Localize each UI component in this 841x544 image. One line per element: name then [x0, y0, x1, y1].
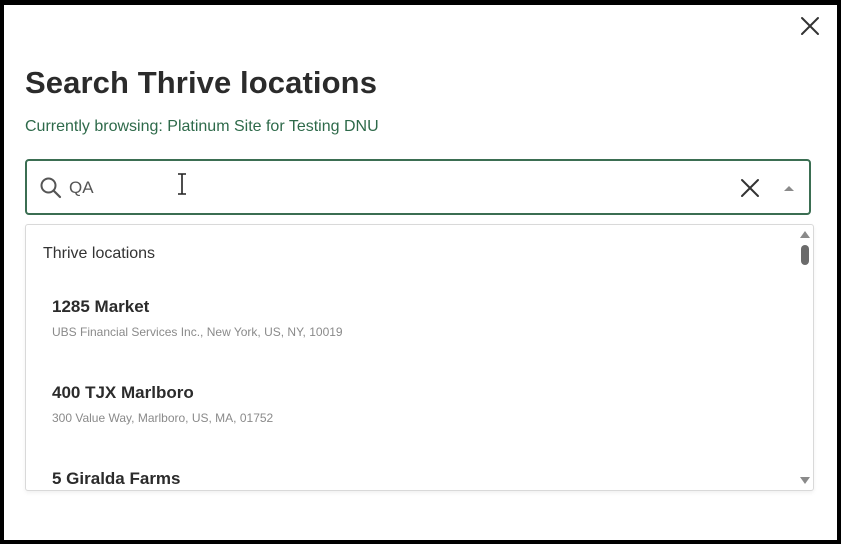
list-item[interactable]: 5 Giralda Farms [26, 469, 796, 490]
scroll-up-icon[interactable] [800, 231, 810, 238]
location-name: 400 TJX Marlboro [52, 383, 194, 402]
close-icon [801, 17, 819, 35]
search-results-dropdown: Thrive locations 1285 Market UBS Financi… [25, 224, 814, 491]
location-search-box[interactable] [25, 159, 811, 215]
location-address: UBS Financial Services Inc., New York, U… [52, 325, 343, 339]
list-item[interactable]: 1285 Market UBS Financial Services Inc.,… [26, 297, 796, 379]
page-title: Search Thrive locations [25, 65, 378, 100]
scroll-down-icon[interactable] [800, 477, 810, 484]
clear-search-button[interactable] [740, 178, 760, 198]
current-site-label: Currently browsing: Platinum Site for Te… [25, 118, 379, 135]
location-address: 300 Value Way, Marlboro, US, MA, 01752 [52, 411, 274, 425]
list-item[interactable]: 400 TJX Marlboro 300 Value Way, Marlboro… [26, 383, 796, 465]
location-name: 5 Giralda Farms [52, 469, 181, 488]
text-cursor-icon [178, 173, 186, 195]
search-locations-modal: Search Thrive locations Currently browsi… [4, 5, 837, 540]
scrollbar-thumb[interactable] [801, 245, 809, 265]
location-name: 1285 Market [52, 297, 150, 316]
search-icon [40, 177, 62, 199]
close-button[interactable] [798, 14, 822, 38]
results-group-header: Thrive locations [43, 245, 156, 262]
search-input[interactable] [69, 175, 669, 201]
caret-up-icon[interactable] [782, 182, 796, 194]
results-scrollbar[interactable] [797, 225, 813, 490]
